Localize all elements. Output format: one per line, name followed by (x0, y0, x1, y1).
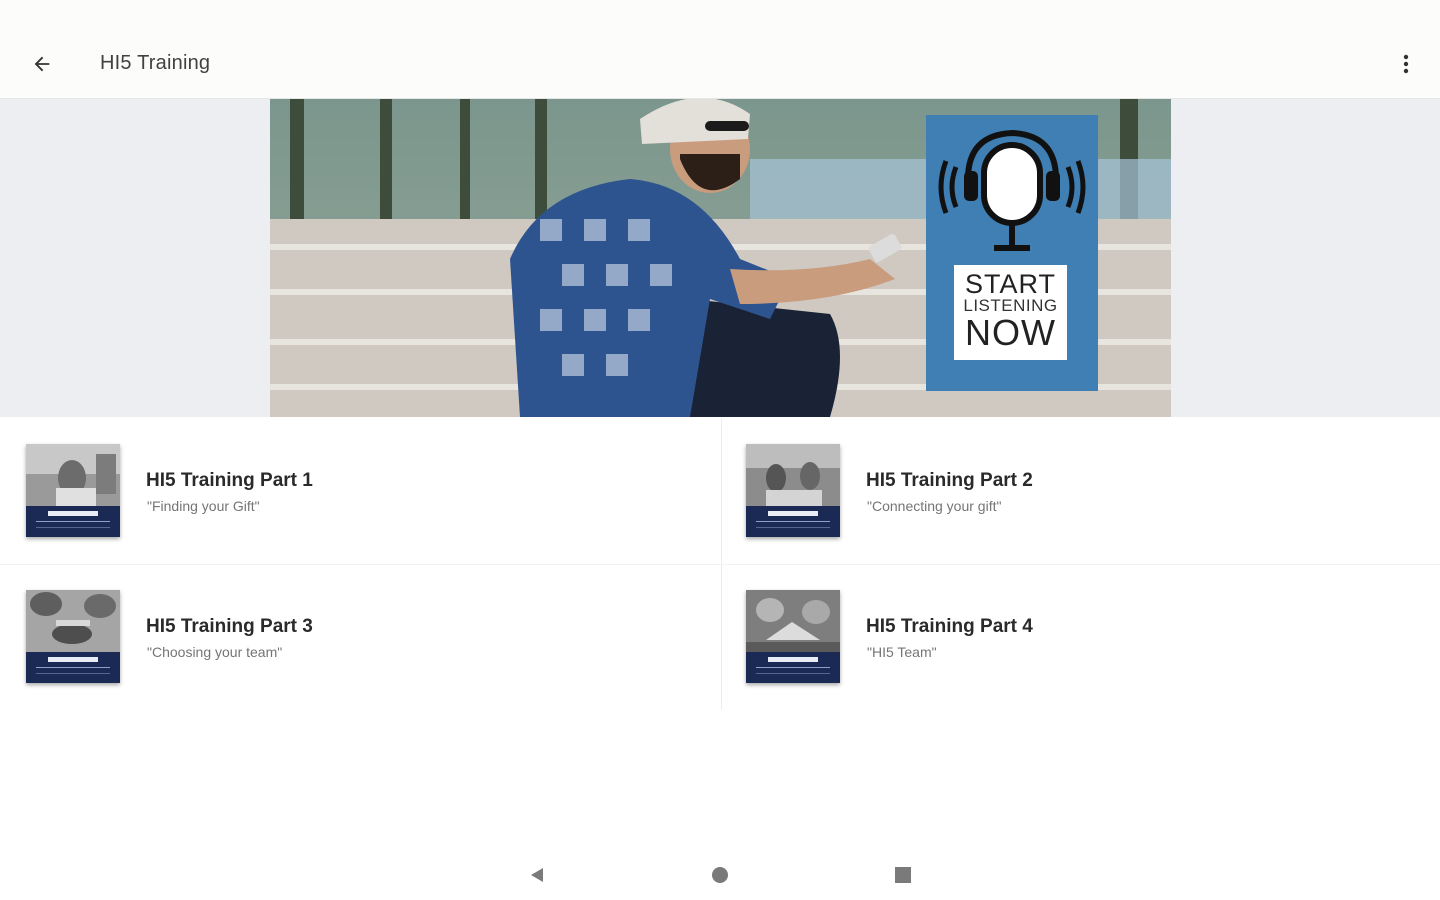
episode-title: HI5 Training Part 3 (146, 616, 313, 637)
arrow-back-icon (34, 56, 50, 72)
banner-area: START LISTENING NOW (0, 99, 1440, 417)
nav-recents-square-icon (895, 867, 911, 883)
nav-recents-button[interactable] (888, 860, 918, 890)
nav-home-button[interactable] (705, 860, 735, 890)
banner-image[interactable]: START LISTENING NOW (270, 99, 1171, 417)
thumbnail-rule (756, 673, 830, 674)
thumbnail-photo (26, 590, 120, 652)
thumbnail-rule (36, 521, 110, 522)
back-button[interactable] (22, 44, 62, 84)
thumbnail-caption-strip (746, 506, 840, 537)
episode-thumbnail (746, 444, 840, 537)
promo-line-3: NOW (965, 312, 1056, 353)
nav-home-circle-icon (712, 867, 728, 883)
thumbnail-photo (746, 444, 840, 506)
thumbnail-caption-strip (26, 652, 120, 683)
list-item[interactable]: HI5 Training Part 2 "Connecting your gif… (720, 418, 1440, 564)
thumbnail-photo (746, 590, 840, 652)
thumbnail-caption-strip (746, 652, 840, 683)
promo-line-1: START (964, 269, 1056, 299)
nav-back-triangle-icon (531, 868, 543, 882)
start-listening-promo: START LISTENING NOW (926, 115, 1098, 391)
thumbnail-rule (36, 667, 110, 668)
episode-title: HI5 Training Part 4 (866, 616, 1033, 637)
thumbnail-caption (768, 511, 818, 516)
thumbnail-rule (756, 667, 830, 668)
episode-subtitle: "Connecting your gift" (867, 498, 1002, 514)
thumbnail-rule (36, 527, 110, 528)
list-item[interactable]: HI5 Training Part 1 "Finding your Gift" (0, 418, 720, 564)
episode-subtitle: "Choosing your team" (147, 644, 283, 660)
more-vert-icon (1403, 54, 1409, 74)
episode-title: HI5 Training Part 1 (146, 470, 313, 491)
episode-thumbnail (26, 590, 120, 683)
page-title: HI5 Training (100, 52, 211, 74)
thumbnail-rule (756, 527, 830, 528)
thumbnail-rule (36, 673, 110, 674)
episode-subtitle: "HI5 Team" (867, 644, 937, 660)
thumbnail-rule (756, 521, 830, 522)
episode-title: HI5 Training Part 2 (866, 470, 1033, 491)
app-bar: HI5 Training (0, 0, 1440, 99)
episode-thumbnail (26, 444, 120, 537)
promo-text-card: START LISTENING NOW (954, 265, 1067, 360)
list-item[interactable]: HI5 Training Part 3 "Choosing your team" (0, 564, 720, 710)
thumbnail-caption (48, 511, 98, 516)
overflow-menu-button[interactable] (1390, 44, 1422, 84)
episode-thumbnail (746, 590, 840, 683)
nav-back-button[interactable] (522, 860, 552, 890)
episode-subtitle: "Finding your Gift" (147, 498, 260, 514)
thumbnail-caption (768, 657, 818, 662)
system-nav-bar (0, 840, 1440, 900)
thumbnail-photo (26, 444, 120, 506)
list-item[interactable]: HI5 Training Part 4 "HI5 Team" (720, 564, 1440, 710)
podcast-microphone-icon (938, 129, 1086, 251)
thumbnail-caption (48, 657, 98, 662)
episode-grid: HI5 Training Part 1 "Finding your Gift" … (0, 418, 1440, 710)
thumbnail-caption-strip (26, 506, 120, 537)
